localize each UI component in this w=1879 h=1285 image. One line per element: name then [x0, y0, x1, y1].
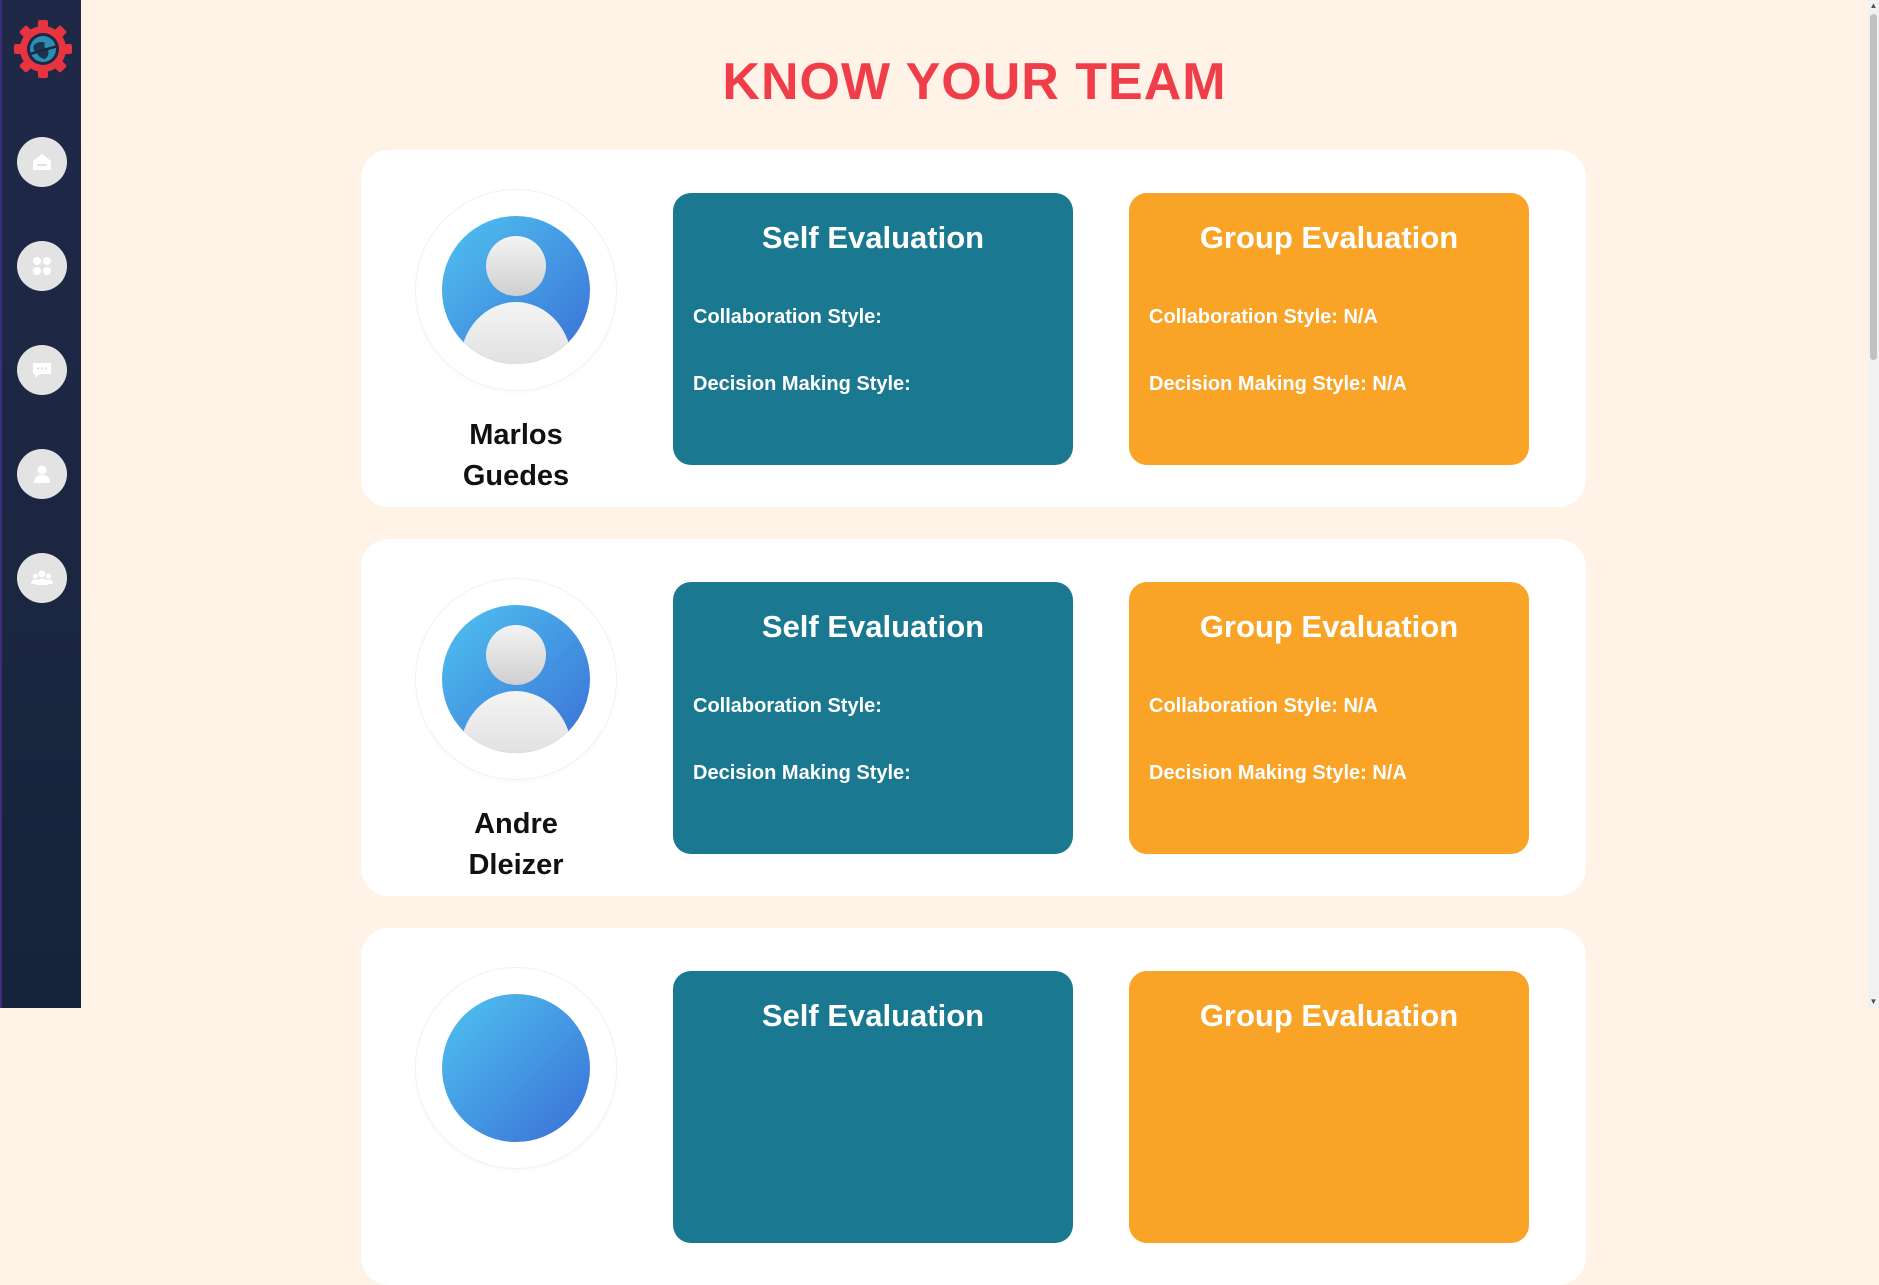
group-decision-making-style: Decision Making Style: N/A [1149, 373, 1407, 395]
member-card: Marlos Guedes Self Evaluation Collaborat… [361, 150, 1586, 507]
member-last-name: Dleizer [468, 849, 564, 881]
sidebar [0, 0, 81, 1008]
scrollbar-thumb[interactable] [1870, 14, 1877, 360]
member-card: Self Evaluation Group Evaluation [361, 928, 1586, 1285]
group-evaluation-title: Group Evaluation [1199, 609, 1459, 644]
main-content: KNOW YOUR TEAM Marlos Guedes Self Evalua… [81, 0, 1868, 1285]
chat-bubble-icon [33, 363, 51, 378]
member-first-name: Andre [474, 808, 558, 840]
self-evaluation-box: Self Evaluation [673, 971, 1073, 1243]
group-evaluation-box: Group Evaluation Collaboration Style: N/… [1129, 582, 1529, 854]
self-evaluation-title: Self Evaluation [761, 220, 985, 255]
avatar [416, 968, 616, 1168]
scroll-down-arrow-icon[interactable]: ▼ [1868, 996, 1879, 1008]
group-collaboration-style: Collaboration Style: N/A [1149, 306, 1378, 328]
user-icon [34, 465, 50, 483]
group-evaluation-box: Group Evaluation [1129, 971, 1529, 1243]
nav-dashboard-button[interactable] [17, 241, 67, 291]
group-evaluation-box: Group Evaluation Collaboration Style: N/… [1129, 193, 1529, 465]
member-name: Andre Dleizer [401, 804, 631, 886]
scroll-up-arrow-icon[interactable]: ▲ [1868, 0, 1879, 12]
page-title: KNOW YOUR TEAM [722, 53, 1227, 111]
dashboard-grid-icon [33, 257, 51, 275]
self-evaluation-title: Self Evaluation [761, 609, 985, 644]
avatar [416, 190, 616, 390]
member-card: Andre Dleizer Self Evaluation Collaborat… [361, 539, 1586, 896]
vertical-scrollbar[interactable]: ▲ ▼ [1868, 0, 1879, 1008]
nav-team-button[interactable] [17, 553, 67, 603]
member-first-name: Marlos [469, 419, 563, 451]
group-evaluation-title: Group Evaluation [1199, 220, 1459, 255]
default-avatar-icon [442, 216, 590, 364]
group-evaluation-title: Group Evaluation [1199, 998, 1459, 1033]
self-evaluation-title: Self Evaluation [761, 998, 985, 1033]
team-group-icon [31, 570, 53, 585]
group-decision-making-style: Decision Making Style: N/A [1149, 762, 1407, 784]
home-icon [33, 154, 51, 170]
default-avatar-icon [442, 605, 590, 753]
nav-chat-button[interactable] [17, 345, 67, 395]
default-avatar-icon [442, 994, 590, 1142]
avatar [416, 579, 616, 779]
member-last-name: Guedes [462, 460, 570, 492]
self-evaluation-box: Self Evaluation Collaboration Style: Dec… [673, 582, 1073, 854]
nav-home-button[interactable] [17, 137, 67, 187]
member-name: Marlos Guedes [401, 415, 631, 497]
gear-globe-logo-icon[interactable] [12, 18, 74, 80]
self-decision-making-style: Decision Making Style: [693, 373, 911, 395]
nav-profile-button[interactable] [17, 449, 67, 499]
self-decision-making-style: Decision Making Style: [693, 762, 911, 784]
self-evaluation-box: Self Evaluation Collaboration Style: Dec… [673, 193, 1073, 465]
group-collaboration-style: Collaboration Style: N/A [1149, 695, 1378, 717]
self-collaboration-style: Collaboration Style: [693, 306, 882, 328]
self-collaboration-style: Collaboration Style: [693, 695, 882, 717]
